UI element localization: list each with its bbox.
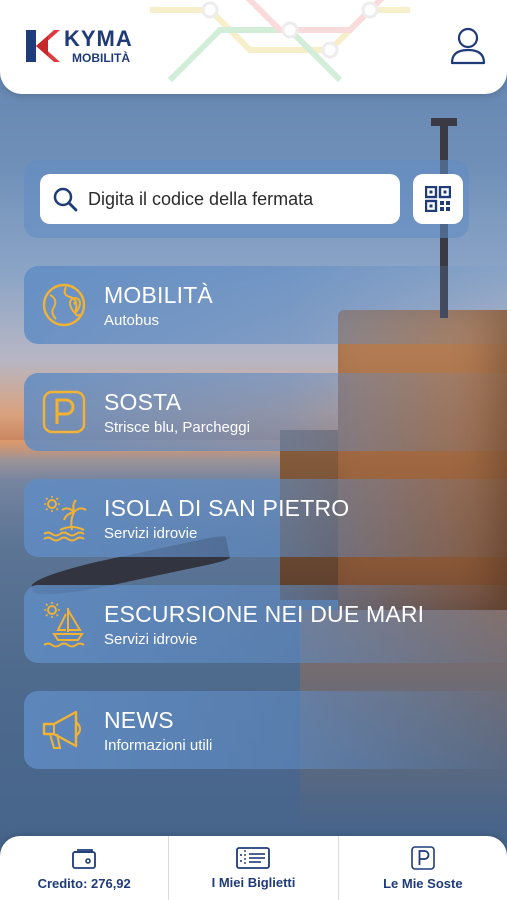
ticket-icon <box>236 846 271 869</box>
tile-title: MOBILITÀ <box>104 282 213 308</box>
qr-code-icon <box>425 186 451 212</box>
nav-soste[interactable]: Le Mie Soste <box>339 836 507 900</box>
megaphone-icon <box>42 710 82 749</box>
stop-code-input[interactable] <box>88 188 388 210</box>
island-palm-icon <box>43 496 87 542</box>
app-header: KYMA MOBILITÀ <box>0 0 507 94</box>
menu-tile-mobilita[interactable]: MOBILITÀ Autobus <box>24 266 507 344</box>
menu-tile-isola-san-pietro[interactable]: ISOLA DI SAN PIETRO Servizi idrovie <box>24 479 507 557</box>
tile-subtitle: Autobus <box>104 312 160 329</box>
menu-tile-escursione[interactable]: ESCURSIONE NEI DUE MARI Servizi idrovie <box>24 585 507 663</box>
tile-title: NEWS <box>104 707 174 733</box>
tile-title: ESCURSIONE NEI DUE MARI <box>104 601 425 627</box>
brand-title: KYMA <box>64 26 133 51</box>
user-icon <box>450 27 486 65</box>
search-box[interactable] <box>40 174 400 224</box>
nav-soste-label: Le Mie Soste <box>383 875 463 891</box>
search-panel <box>24 160 469 238</box>
nav-credito-label: Credito: 276,92 <box>37 875 131 891</box>
castle-mast-top <box>431 118 457 126</box>
user-profile-button[interactable] <box>449 26 487 66</box>
kyma-logo-mark-icon <box>26 30 60 62</box>
tile-title: SOSTA <box>104 389 182 415</box>
parking-icon <box>42 390 86 434</box>
tile-subtitle: Strisce blu, Parcheggi <box>104 419 250 436</box>
tile-subtitle: Informazioni utili <box>104 737 213 754</box>
bottom-nav: Credito: 276,92 I Miei Biglietti Le Mie … <box>0 836 507 900</box>
tile-subtitle: Servizi idrovie <box>104 525 198 542</box>
brand-subtitle: MOBILITÀ <box>72 51 130 65</box>
globe-map-icon <box>42 283 86 327</box>
tile-title: ISOLA DI SAN PIETRO <box>104 495 350 521</box>
qr-scan-button[interactable] <box>413 174 463 224</box>
parking-icon <box>411 845 435 870</box>
search-icon <box>53 187 78 212</box>
tile-subtitle: Servizi idrovie <box>104 631 198 648</box>
transit-map-decoration <box>150 0 410 83</box>
wallet-icon <box>72 848 97 869</box>
sailboat-icon <box>43 602 85 648</box>
menu-tile-news[interactable]: NEWS Informazioni utili <box>24 691 507 769</box>
nav-credito[interactable]: Credito: 276,92 <box>0 836 170 900</box>
nav-biglietti-label: I Miei Biglietti <box>211 874 296 890</box>
castle-tower <box>338 310 507 610</box>
nav-biglietti[interactable]: I Miei Biglietti <box>169 836 339 900</box>
menu-tile-sosta[interactable]: SOSTA Strisce blu, Parcheggi <box>24 373 507 451</box>
kyma-logo: KYMA MOBILITÀ <box>24 28 133 64</box>
